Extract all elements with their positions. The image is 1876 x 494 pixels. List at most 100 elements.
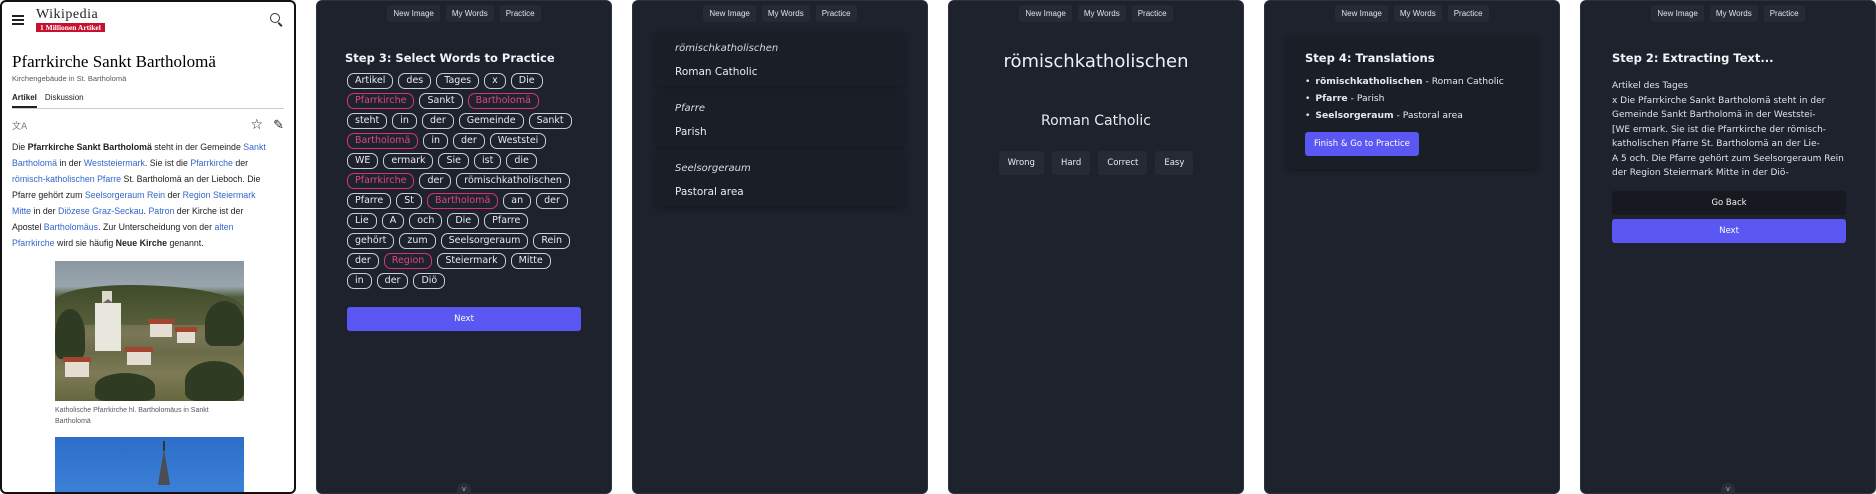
word-chip-selected[interactable]: Bartholomä: [467, 93, 539, 109]
easy-button[interactable]: Easy: [1155, 151, 1194, 175]
new-image-button[interactable]: New Image: [1019, 5, 1072, 22]
article-link[interactable]: Patron: [148, 206, 174, 216]
article-link[interactable]: Seelsorgeraum Rein: [85, 190, 165, 200]
my-words-button[interactable]: My Words: [1077, 5, 1126, 22]
chevron-down-icon[interactable]: v: [457, 483, 471, 493]
wikipedia-logo[interactable]: Wikipedia 1 Millionen Artikel: [36, 7, 105, 33]
word-chip[interactable]: Gemeinde: [458, 113, 524, 129]
church-photo[interactable]: [55, 261, 244, 401]
article-link[interactable]: Pfarrkirche: [12, 238, 55, 248]
my-words-button[interactable]: My Words: [1709, 5, 1758, 22]
word-chip[interactable]: ermark: [383, 153, 434, 169]
word-chip[interactable]: Weststei: [489, 133, 547, 149]
word-chip[interactable]: römischkatholischen: [456, 173, 570, 189]
new-image-button[interactable]: New Image: [703, 5, 756, 22]
wikipedia-article-panel: Wikipedia 1 Millionen Artikel Pfarrkirch…: [0, 0, 296, 494]
word-chip[interactable]: Diö: [413, 273, 446, 289]
article-link[interactable]: Bartholomäus: [44, 222, 98, 232]
new-image-button[interactable]: New Image: [1651, 5, 1704, 22]
search-icon[interactable]: [270, 13, 284, 27]
article-link[interactable]: Bartholomä: [12, 158, 57, 168]
word-chip[interactable]: die: [506, 153, 537, 169]
word-chip[interactable]: steht: [347, 113, 388, 129]
word-chip[interactable]: Steiermark: [437, 253, 506, 269]
word-chip-selected[interactable]: Pfarrkirche: [347, 173, 415, 189]
practice-button[interactable]: Practice: [1131, 5, 1173, 22]
go-back-button[interactable]: Go Back: [1612, 190, 1846, 215]
word-chip[interactable]: der: [453, 133, 485, 149]
article-link[interactable]: alten: [214, 222, 233, 232]
next-button[interactable]: Next: [1612, 218, 1846, 243]
word-chip-selected[interactable]: Bartholomä: [426, 193, 499, 209]
article-link[interactable]: Pfarrkirche: [190, 158, 233, 168]
my-words-button[interactable]: My Words: [761, 5, 810, 22]
word-chip[interactable]: in: [347, 273, 372, 289]
next-button[interactable]: Next: [347, 307, 581, 331]
hard-button[interactable]: Hard: [1051, 151, 1091, 175]
finish-practice-button[interactable]: Finish & Go to Practice: [1305, 132, 1419, 156]
screenshot-strip: Wikipedia 1 Millionen Artikel Pfarrkirch…: [0, 0, 1876, 494]
word-chip[interactable]: Lie: [347, 213, 377, 229]
article-link[interactable]: Region Steiermark: [183, 190, 256, 200]
word-chip[interactable]: des: [398, 73, 432, 89]
page-title: Pfarrkirche Sankt Bartholomä: [12, 52, 216, 71]
article-link[interactable]: Sankt: [243, 142, 266, 152]
word-chip[interactable]: Sie: [438, 153, 469, 169]
correct-button[interactable]: Correct: [1098, 151, 1148, 175]
word-card[interactable]: Seelsorgeraum Pastoral area: [655, 153, 905, 207]
word-chip[interactable]: zum: [399, 233, 436, 249]
word-chip[interactable]: der: [419, 173, 452, 189]
tab-discussion[interactable]: Diskussion: [45, 93, 84, 108]
edit-pencil-icon[interactable]: ✎: [273, 118, 284, 133]
chevron-down-icon[interactable]: v: [1721, 483, 1735, 493]
word-card[interactable]: römischkatholischen Roman Catholic: [655, 33, 905, 87]
word-chip[interactable]: Rein: [533, 233, 571, 249]
new-image-button[interactable]: New Image: [1335, 5, 1388, 22]
word-chip[interactable]: gehört: [347, 233, 395, 249]
word-chip-selected[interactable]: Region: [383, 253, 433, 269]
tab-article[interactable]: Artikel: [12, 93, 37, 108]
word-chip-selected[interactable]: Bartholomä: [347, 133, 419, 149]
word-chip[interactable]: ist: [474, 153, 502, 169]
word-chip[interactable]: Pfarre: [347, 193, 392, 209]
word-chip[interactable]: A: [381, 213, 405, 229]
practice-button[interactable]: Practice: [1447, 5, 1489, 22]
practice-button[interactable]: Practice: [499, 5, 541, 22]
wrong-button[interactable]: Wrong: [998, 151, 1044, 175]
menu-icon[interactable]: [12, 15, 24, 25]
translate-icon[interactable]: 文A: [12, 119, 27, 132]
word-chip[interactable]: Sankt: [419, 93, 463, 109]
word-card[interactable]: Pfarre Parish: [655, 93, 905, 147]
word-chip[interactable]: der: [376, 273, 409, 289]
word-chip[interactable]: Seelsorgeraum: [440, 233, 529, 249]
word-chip[interactable]: Tages: [436, 73, 480, 89]
word-chip[interactable]: Sankt: [528, 113, 572, 129]
my-words-button[interactable]: My Words: [1393, 5, 1442, 22]
word-chip[interactable]: an: [503, 193, 532, 209]
word-chip[interactable]: in: [392, 113, 417, 129]
practice-button[interactable]: Practice: [815, 5, 857, 22]
word-chip[interactable]: der: [536, 193, 568, 209]
word-chip[interactable]: der: [421, 113, 454, 129]
word-chip[interactable]: Die: [447, 213, 480, 229]
star-icon[interactable]: ☆: [251, 117, 264, 133]
article-link[interactable]: Diözese Graz-Seckau: [58, 206, 144, 216]
article-link[interactable]: römisch-katholischen Pfarre: [12, 174, 121, 184]
word-chip[interactable]: Mitte: [510, 253, 551, 269]
spire-photo[interactable]: [55, 437, 244, 492]
word-chip[interactable]: WE: [347, 153, 379, 169]
practice-button[interactable]: Practice: [1763, 5, 1805, 22]
article-link[interactable]: Mitte: [12, 206, 31, 216]
article-link[interactable]: Weststeiermark: [84, 158, 145, 168]
word-chip[interactable]: och: [409, 213, 443, 229]
word-chip[interactable]: in: [423, 133, 449, 149]
word-chip[interactable]: Pfarre: [484, 213, 529, 229]
word-chip-selected[interactable]: Pfarrkirche: [347, 93, 415, 109]
word-chip[interactable]: Artikel: [347, 73, 394, 89]
word-chip[interactable]: Die: [510, 73, 543, 89]
word-chip[interactable]: x: [484, 73, 506, 89]
new-image-button[interactable]: New Image: [387, 5, 440, 22]
word-chip[interactable]: St: [396, 193, 422, 209]
my-words-button[interactable]: My Words: [445, 5, 494, 22]
word-chip[interactable]: der: [347, 253, 379, 269]
